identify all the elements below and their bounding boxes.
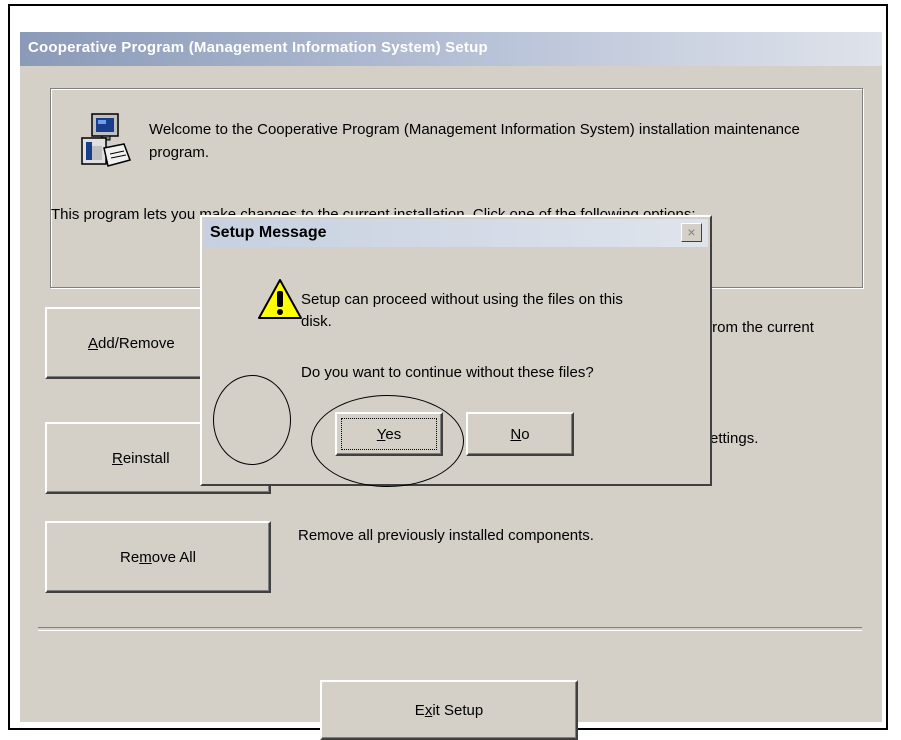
- add-remove-description: from the current: [708, 319, 814, 336]
- dialog-message: Setup can proceed without using the file…: [301, 289, 691, 333]
- dialog-title: Setup Message: [210, 224, 327, 241]
- exit-setup-button[interactable]: Exit Setup: [320, 680, 578, 740]
- no-button-label: No: [510, 425, 530, 443]
- dialog-question: Do you want to continue without these fi…: [301, 364, 594, 381]
- remove-all-button[interactable]: Remove All: [45, 521, 271, 593]
- annotation-circle-yes: [311, 395, 464, 487]
- warning-icon: [258, 279, 302, 319]
- dialog-message-line1: Setup can proceed without using the file…: [301, 291, 623, 308]
- annotation-circle-left: [213, 375, 291, 465]
- reinstall-button-label: Reinstall: [112, 449, 170, 467]
- add-remove-button-label: Add/Remove: [88, 334, 175, 352]
- setup-computer-icon: [81, 113, 131, 167]
- setup-window-titlebar[interactable]: Cooperative Program (Management Informat…: [20, 32, 882, 66]
- close-icon[interactable]: ×: [681, 223, 702, 242]
- separator: [38, 627, 862, 631]
- no-button[interactable]: No: [466, 412, 574, 456]
- exit-setup-button-label: Exit Setup: [414, 701, 484, 719]
- setup-window-title: Cooperative Program (Management Informat…: [28, 39, 488, 56]
- dialog-message-line2: disk.: [301, 313, 332, 330]
- dialog-titlebar[interactable]: Setup Message ×: [204, 219, 708, 247]
- remove-all-button-label: Remove All: [120, 548, 196, 566]
- welcome-text: Welcome to the Cooperative Program (Mana…: [149, 121, 800, 161]
- remove-all-description: Remove all previously installed componen…: [298, 527, 594, 544]
- reinstall-description: ettings.: [710, 430, 759, 447]
